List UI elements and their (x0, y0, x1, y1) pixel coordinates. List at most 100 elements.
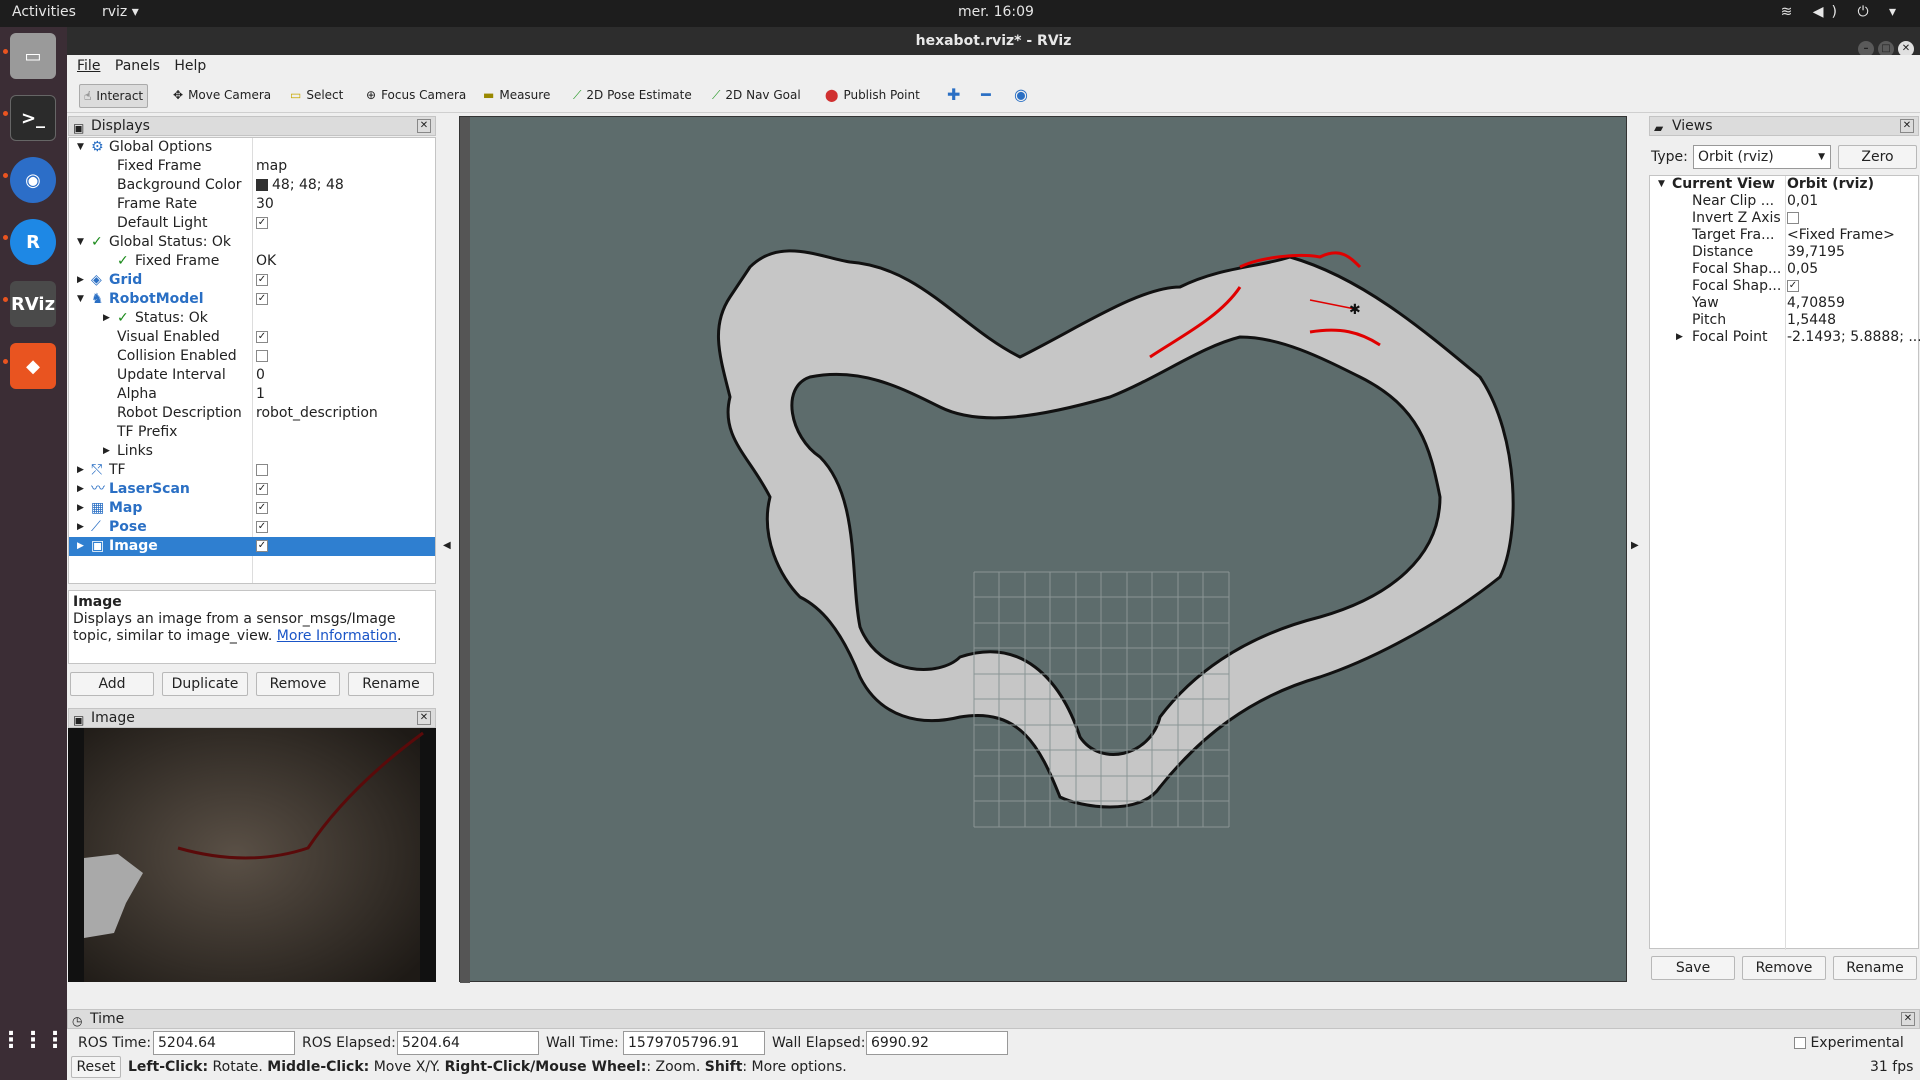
display-row[interactable]: ▼ ⚙ Global Options (69, 138, 435, 157)
display-row[interactable]: ▶ ⟋ Pose ✓ (69, 518, 435, 537)
expand-toggle-icon[interactable]: ▼ (77, 290, 84, 309)
display-row-value[interactable]: ✓ (256, 537, 268, 556)
checkbox[interactable]: ✓ (256, 293, 268, 305)
display-row-value[interactable] (256, 461, 268, 480)
rename-view-button[interactable]: Rename (1833, 956, 1917, 980)
display-row[interactable]: ▶ ▦ Map ✓ (69, 499, 435, 518)
rviz-icon[interactable]: RViz (10, 281, 56, 327)
files-icon[interactable]: ▭ (10, 33, 56, 79)
save-view-button[interactable]: Save (1651, 956, 1735, 980)
view-property-row[interactable]: Invert Z Axis (1650, 210, 1918, 227)
checkbox[interactable]: ✓ (256, 274, 268, 286)
view-property-value[interactable]: Orbit (rviz) (1787, 176, 1874, 193)
view-property-value[interactable]: <Fixed Frame> (1787, 227, 1895, 244)
interact-tool[interactable]: ☝ Interact (79, 84, 149, 108)
remove-display-button[interactable]: Remove (256, 672, 340, 696)
add-tool-icon[interactable]: ✚ (943, 84, 964, 108)
system-tray[interactable]: ≋ ◀) ⏻ ▾ (1781, 4, 1904, 20)
app-menu[interactable]: rviz ▾ (102, 4, 139, 20)
view-property-row[interactable]: Pitch 1,5448 (1650, 312, 1918, 329)
display-row-value[interactable]: map (256, 157, 287, 176)
display-row-value[interactable]: ✓ (256, 271, 268, 290)
remove-tool-icon[interactable]: ━ (977, 84, 995, 108)
pose-estimate-tool[interactable]: ⟋ 2D Pose Estimate (569, 84, 696, 108)
move-camera-tool[interactable]: ✥ Move Camera (169, 84, 275, 108)
view-property-value[interactable]: 0,05 (1787, 261, 1818, 278)
display-row-value[interactable] (256, 347, 268, 366)
wall-elapsed-field[interactable]: 6990.92 (866, 1031, 1008, 1055)
display-row[interactable]: Update Interval 0 (69, 366, 435, 385)
checkbox[interactable] (256, 464, 268, 476)
view-property-value[interactable]: 4,70859 (1787, 295, 1845, 312)
view-property-row[interactable]: ▼ Current View Orbit (rviz) (1650, 176, 1918, 193)
clock[interactable]: mer. 16:09 (958, 4, 1034, 20)
display-row-value[interactable]: ✓ (256, 214, 268, 233)
view-property-row[interactable]: Target Fra... <Fixed Frame> (1650, 227, 1918, 244)
display-row[interactable]: Default Light ✓ (69, 214, 435, 233)
software-icon[interactable]: ◆ (10, 343, 56, 389)
view-property-value[interactable]: -2.1493; 5.8888; ... (1787, 329, 1920, 346)
nav-goal-tool[interactable]: ⟋ 2D Nav Goal (708, 84, 805, 108)
display-row-value[interactable]: ✓ (256, 518, 268, 537)
display-row-value[interactable]: 30 (256, 195, 274, 214)
close-icon[interactable]: ✕ (1901, 1012, 1915, 1026)
close-icon[interactable]: ✕ (417, 119, 431, 133)
display-row[interactable]: Robot Description robot_description (69, 404, 435, 423)
checkbox[interactable]: ✓ (256, 483, 268, 495)
expand-toggle-icon[interactable]: ▼ (1658, 176, 1665, 193)
experimental-checkbox[interactable]: Experimental (1794, 1031, 1904, 1055)
view-property-value[interactable]: 39,7195 (1787, 244, 1845, 261)
view-property-row[interactable]: Distance 39,7195 (1650, 244, 1918, 261)
camera-type-icon[interactable]: ◉ (1010, 84, 1032, 108)
expand-toggle-icon[interactable]: ▶ (77, 271, 84, 290)
rename-display-button[interactable]: Rename (348, 672, 434, 696)
zero-button[interactable]: Zero (1838, 145, 1917, 169)
expand-toggle-icon[interactable]: ▶ (103, 442, 110, 461)
select-tool[interactable]: ▭ Select (286, 84, 347, 108)
view-property-row[interactable]: ▶ Focal Point -2.1493; 5.8888; ... (1650, 329, 1920, 346)
chromium-icon[interactable]: ◉ (10, 157, 56, 203)
color-swatch[interactable] (256, 179, 268, 191)
focus-camera-tool[interactable]: ⊕ Focus Camera (362, 84, 470, 108)
app-grid-icon[interactable]: ⋮⋮⋮ (0, 1017, 66, 1063)
reset-button[interactable]: Reset (71, 1056, 121, 1078)
duplicate-display-button[interactable]: Duplicate (162, 672, 248, 696)
view-property-row[interactable]: Focal Shap... ✓ (1650, 278, 1918, 295)
checkbox[interactable]: ✓ (256, 502, 268, 514)
more-info-link[interactable]: More Information (277, 628, 397, 644)
display-row-value[interactable]: ✓ (256, 290, 268, 309)
display-row[interactable]: ▶ ✓ Status: Ok (69, 309, 435, 328)
display-row[interactable]: ✓ Fixed Frame OK (69, 252, 435, 271)
menu-file[interactable]: File (77, 58, 100, 74)
publish-point-tool[interactable]: ⬤ Publish Point (821, 84, 924, 108)
3d-viewport[interactable]: ✱ (459, 116, 1627, 983)
view-property-value[interactable]: 0,01 (1787, 193, 1818, 210)
display-row-value[interactable]: ✓ (256, 328, 268, 347)
expand-toggle-icon[interactable]: ▶ (77, 537, 84, 556)
display-row-value[interactable]: 0 (256, 366, 265, 385)
display-row-value[interactable]: 48; 48; 48 (256, 176, 344, 195)
view-property-value[interactable]: 1,5448 (1787, 312, 1836, 329)
view-property-row[interactable]: Near Clip ... 0,01 (1650, 193, 1918, 210)
display-row[interactable]: ▶ 〰 LaserScan ✓ (69, 480, 435, 499)
ros-elapsed-field[interactable]: 5204.64 (397, 1031, 539, 1055)
display-row[interactable]: ▶ Links (69, 442, 435, 461)
display-row-value[interactable]: ✓ (256, 499, 268, 518)
checkbox[interactable]: ✓ (256, 331, 268, 343)
display-row[interactable]: Frame Rate 30 (69, 195, 435, 214)
wall-time-field[interactable]: 1579705796.91 (623, 1031, 765, 1055)
checkbox[interactable]: ✓ (256, 540, 268, 552)
expand-toggle-icon[interactable]: ▶ (77, 480, 84, 499)
checkbox[interactable] (256, 350, 268, 362)
view-property-row[interactable]: Focal Shap... 0,05 (1650, 261, 1918, 278)
view-property-value[interactable]: ✓ (1787, 278, 1799, 295)
checkbox[interactable] (1794, 1037, 1806, 1049)
expand-toggle-icon[interactable]: ▶ (77, 499, 84, 518)
view-property-row[interactable]: Yaw 4,70859 (1650, 295, 1918, 312)
close-icon[interactable]: ✕ (1900, 119, 1914, 133)
robo-icon[interactable]: R (10, 219, 56, 265)
expand-toggle-icon[interactable]: ▶ (77, 518, 84, 537)
view-type-select[interactable]: Orbit (rviz) ▼ (1693, 145, 1831, 169)
display-row[interactable]: TF Prefix (69, 423, 435, 442)
display-row[interactable]: Alpha 1 (69, 385, 435, 404)
